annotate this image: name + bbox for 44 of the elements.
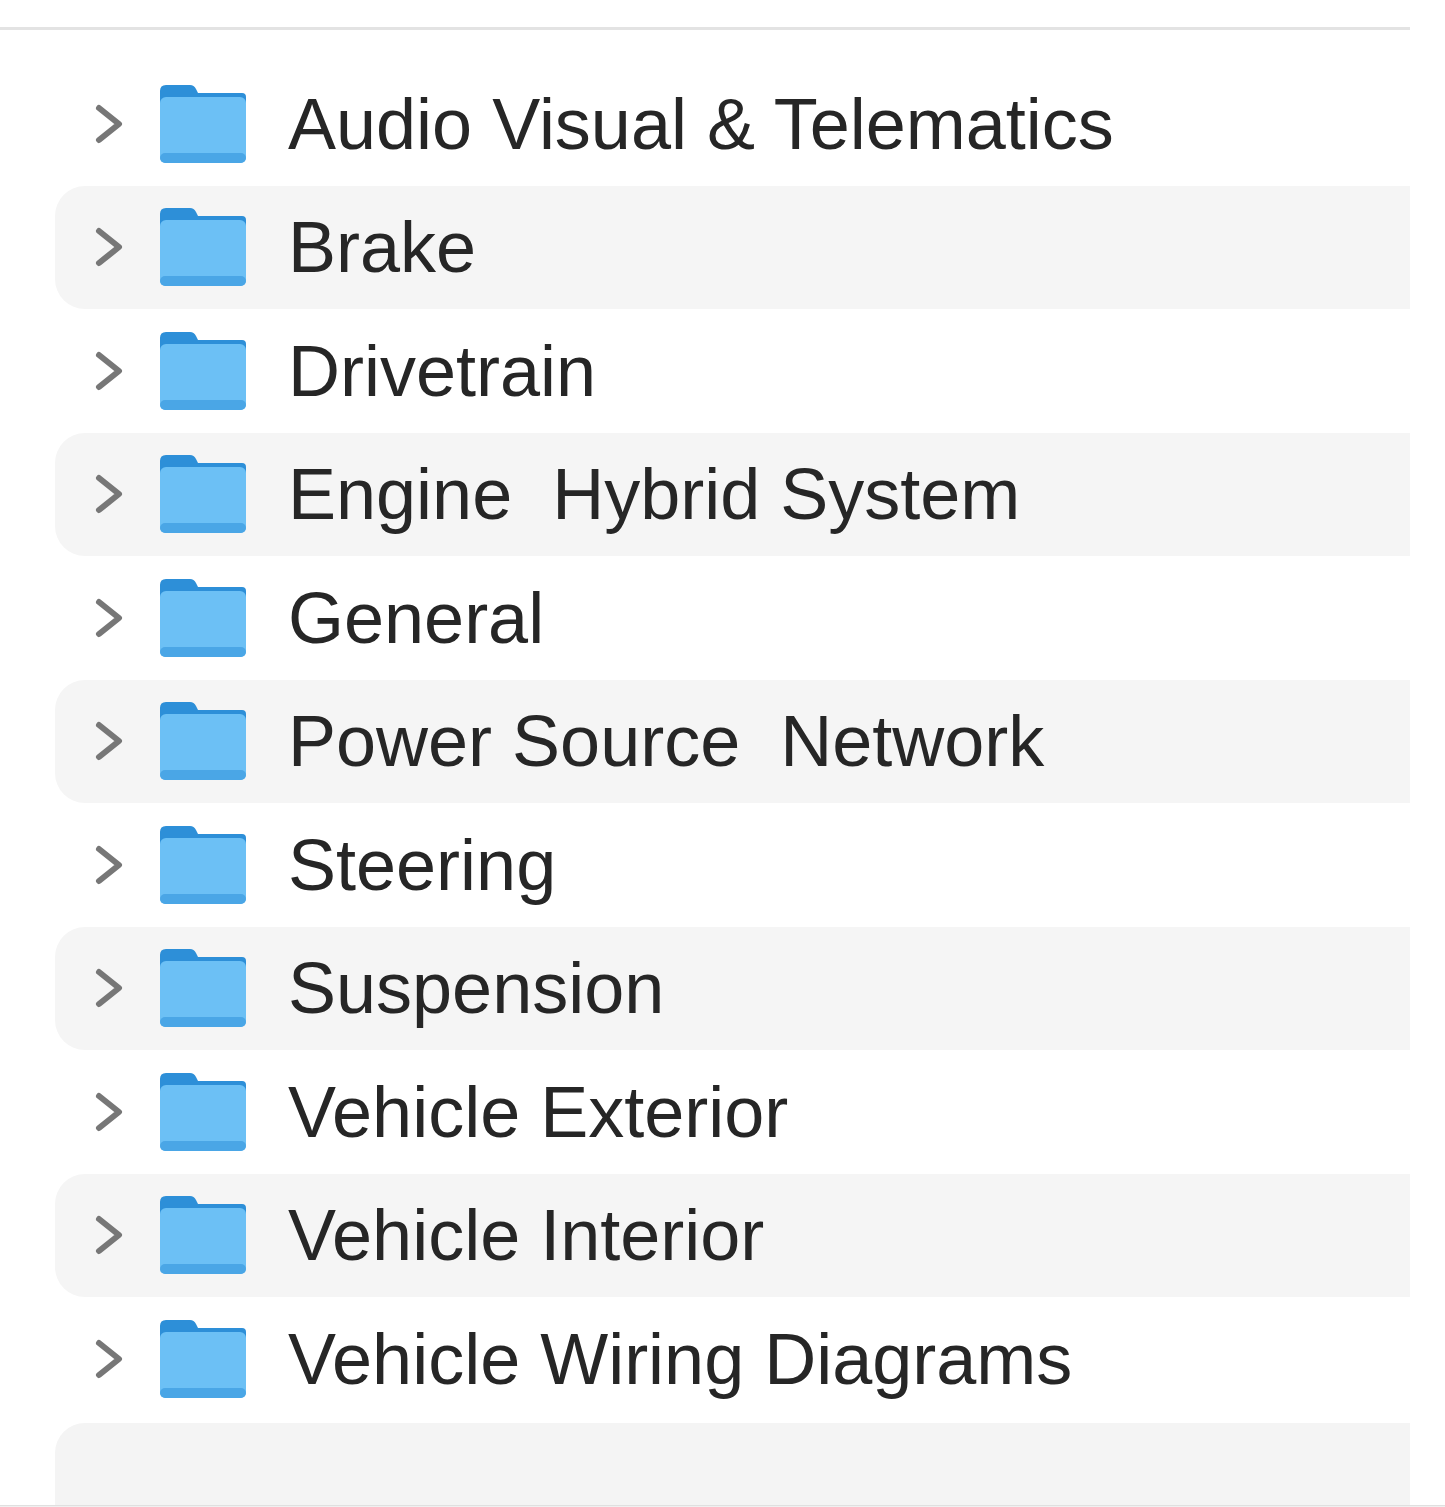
folder-icon bbox=[158, 1070, 248, 1153]
chevron-icon[interactable] bbox=[93, 349, 125, 392]
folder-icon bbox=[158, 947, 248, 1030]
folder-icon bbox=[158, 823, 248, 906]
folder-name: Drivetrain bbox=[288, 329, 597, 412]
folder-row[interactable]: Drivetrain bbox=[55, 309, 1410, 433]
chevron-icon[interactable] bbox=[93, 1214, 125, 1257]
folder-icon bbox=[158, 206, 248, 289]
chevron-icon[interactable] bbox=[93, 1337, 125, 1380]
chevron-icon[interactable] bbox=[93, 102, 125, 145]
folder-row[interactable]: Vehicle Interior bbox=[55, 1173, 1410, 1297]
folder-row[interactable]: Vehicle Exterior bbox=[55, 1050, 1410, 1174]
chevron-icon[interactable] bbox=[93, 967, 125, 1010]
folder-icon bbox=[158, 329, 248, 412]
folder-row[interactable]: Brake bbox=[55, 185, 1410, 309]
folder-icon bbox=[158, 82, 248, 165]
folder-row[interactable]: Audio Visual & Telematics bbox=[55, 62, 1410, 186]
folder-name: Suspension bbox=[288, 947, 665, 1030]
folder-name: Power Source Network bbox=[288, 700, 1045, 783]
folder-icon bbox=[158, 576, 248, 659]
chevron-icon[interactable] bbox=[93, 1090, 125, 1133]
folder-row[interactable]: General bbox=[55, 556, 1410, 680]
chevron-icon[interactable] bbox=[93, 226, 125, 269]
folder-name: Vehicle Wiring Diagrams bbox=[288, 1317, 1073, 1400]
folder-row[interactable]: Steering bbox=[55, 803, 1410, 927]
folder-icon bbox=[158, 453, 248, 536]
folder-name: Steering bbox=[288, 823, 557, 906]
chevron-icon[interactable] bbox=[93, 843, 125, 886]
folder-row[interactable]: Suspension bbox=[55, 926, 1410, 1050]
folder-name: Vehicle Interior bbox=[288, 1194, 765, 1277]
folder-icon bbox=[158, 1317, 248, 1400]
folder-name: General bbox=[288, 576, 545, 659]
chevron-icon[interactable] bbox=[93, 596, 125, 639]
folder-row[interactable]: Engine Hybrid System bbox=[55, 432, 1410, 556]
folder-row[interactable]: Power Source Network bbox=[55, 679, 1410, 803]
folder-row[interactable]: Vehicle Wiring Diagrams bbox=[55, 1297, 1410, 1421]
folder-name: Audio Visual & Telematics bbox=[288, 82, 1114, 165]
chevron-icon[interactable] bbox=[93, 720, 125, 763]
folder-name: Engine Hybrid System bbox=[288, 453, 1021, 536]
folder-icon bbox=[158, 700, 248, 783]
chevron-icon[interactable] bbox=[93, 473, 125, 516]
folder-icon bbox=[158, 1194, 248, 1277]
folder-name: Vehicle Exterior bbox=[288, 1070, 789, 1153]
folder-name: Brake bbox=[288, 206, 477, 289]
